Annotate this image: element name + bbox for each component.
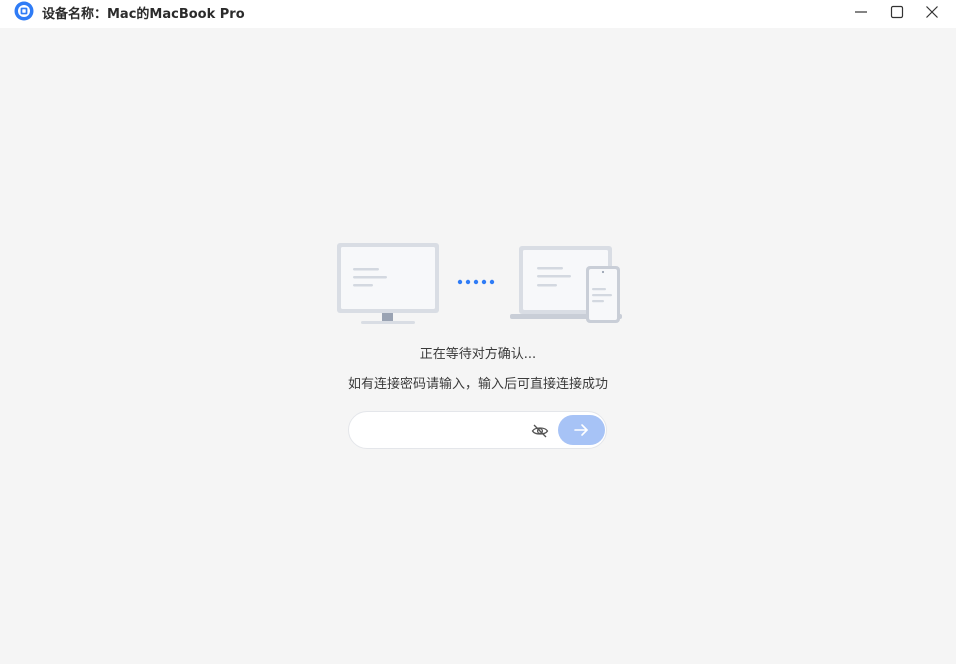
maximize-button[interactable] bbox=[880, 0, 914, 24]
connect-submit-button[interactable] bbox=[558, 415, 605, 445]
password-hint-text: 如有连接密码请输入，输入后可直接连接成功 bbox=[347, 377, 608, 392]
eye-slash-icon[interactable] bbox=[530, 421, 550, 441]
minimize-icon bbox=[855, 11, 867, 13]
connection-illustration bbox=[336, 240, 626, 326]
password-field-container bbox=[348, 411, 607, 449]
waiting-status-text: 正在等待对方确认... bbox=[419, 347, 537, 362]
window-title: 设备名称：Mac的MacBook Pro bbox=[42, 7, 245, 22]
app-logo-icon bbox=[14, 1, 34, 21]
phone-icon bbox=[586, 266, 620, 323]
password-input[interactable] bbox=[363, 418, 523, 442]
close-button[interactable] bbox=[915, 0, 949, 24]
minimize-button[interactable] bbox=[844, 0, 878, 24]
arrow-right-icon bbox=[574, 424, 588, 436]
maximize-icon bbox=[890, 5, 904, 19]
desktop-monitor-icon bbox=[337, 243, 439, 324]
close-icon bbox=[926, 6, 938, 18]
connecting-dots-icon bbox=[457, 279, 495, 285]
title-bar: 设备名称：Mac的MacBook Pro bbox=[0, 0, 956, 28]
